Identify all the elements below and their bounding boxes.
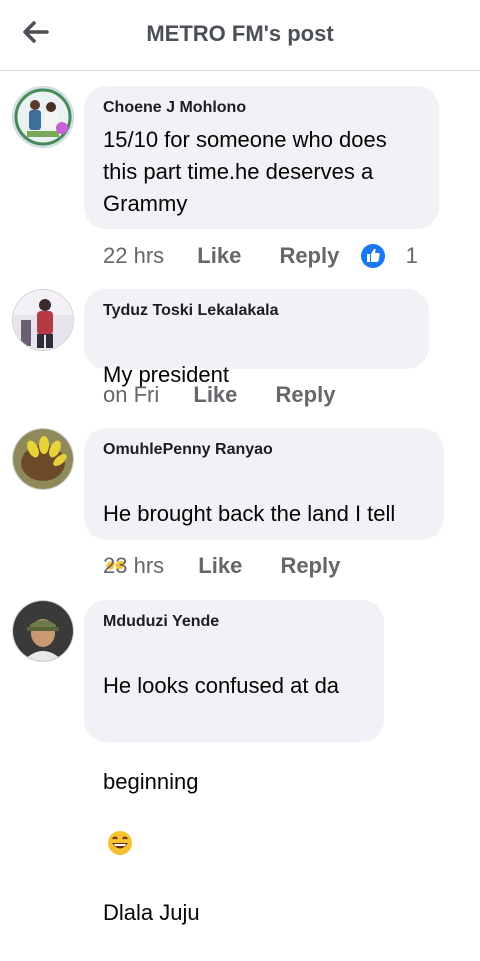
avatar[interactable] bbox=[12, 289, 74, 351]
reply-button[interactable]: Reply bbox=[276, 381, 336, 409]
top-bar: METRO FM's post bbox=[0, 0, 480, 71]
comment-author[interactable]: Mduduzi Yende bbox=[103, 612, 364, 632]
comment-text-line: He looks confused at da bbox=[103, 673, 340, 698]
comment-author[interactable]: Choene J Mohlono bbox=[103, 98, 419, 118]
avatar[interactable] bbox=[12, 86, 74, 148]
comment-text-line: Dlala Juju bbox=[103, 900, 200, 925]
comment-text-word: beginning bbox=[103, 769, 199, 794]
comment-time[interactable]: 22 hrs bbox=[103, 242, 164, 270]
comment-author[interactable]: Tyduz Toski Lekalakala bbox=[103, 301, 409, 321]
comment-text: 15/10 for someone who does this part tim… bbox=[103, 127, 387, 216]
reply-button[interactable]: Reply bbox=[279, 242, 339, 270]
comment-text-line: He brought back the land I tell bbox=[103, 501, 396, 526]
grinning-emoji bbox=[107, 798, 133, 865]
like-button[interactable]: Like bbox=[197, 242, 241, 270]
like-count: 1 bbox=[405, 243, 418, 269]
comment-text-line: beginning bbox=[103, 734, 364, 865]
comment-bubble: Choene J Mohlono 15/10 for someone who d… bbox=[84, 86, 439, 229]
comment-text: He looks confused at da beginning Dlala … bbox=[103, 638, 364, 961]
comment-bubble: Tyduz Toski Lekalakala My president bbox=[84, 289, 429, 711]
comment-bubble: OmuhlePenny Ranyao He brought back the l… bbox=[84, 428, 444, 684]
comment-time[interactable]: on Fri bbox=[103, 381, 159, 409]
avatar[interactable] bbox=[12, 428, 74, 490]
comment-actions: on Fri Like Reply bbox=[103, 380, 335, 409]
like-button[interactable]: Like bbox=[198, 552, 242, 580]
like-button[interactable]: Like bbox=[193, 381, 237, 409]
comment-bubble: Mduduzi Yende He looks confused at da be… bbox=[84, 600, 384, 925]
thumbs-up-icon[interactable] bbox=[361, 244, 386, 269]
comment-author[interactable]: OmuhlePenny Ranyao bbox=[103, 440, 424, 460]
avatar[interactable] bbox=[12, 600, 74, 662]
comment-time[interactable]: 23 hrs bbox=[103, 552, 164, 580]
reply-button[interactable]: Reply bbox=[280, 552, 340, 580]
page-title: METRO FM's post bbox=[146, 21, 334, 46]
comment-actions: 22 hrs Like Reply 1 bbox=[103, 241, 418, 270]
comment-actions: 23 hrs Like Reply bbox=[103, 551, 340, 580]
